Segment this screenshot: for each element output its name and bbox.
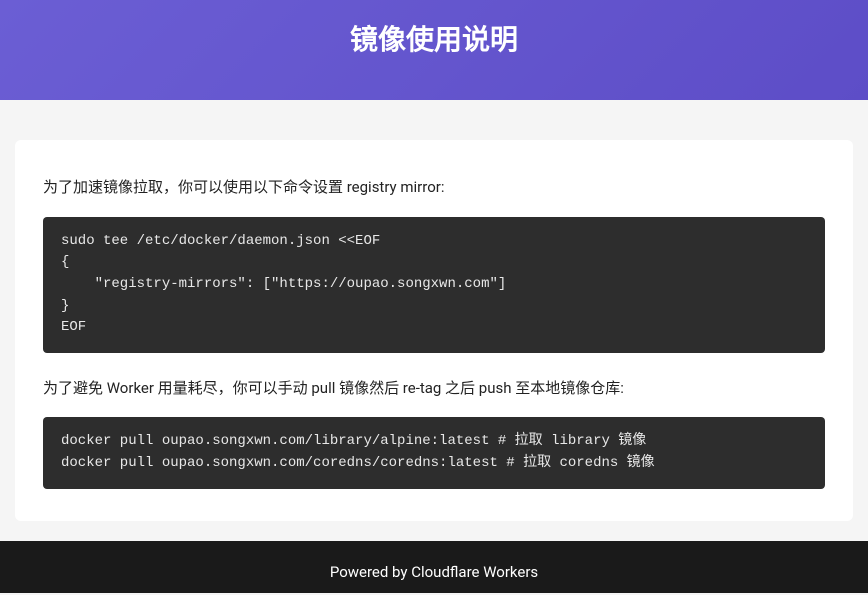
- page-footer: Powered by Cloudflare Workers: [0, 541, 868, 593]
- instruction-text-1: 为了加速镜像拉取，你可以使用以下命令设置 registry mirror:: [43, 176, 825, 199]
- code-block-2[interactable]: docker pull oupao.songxwn.com/library/al…: [43, 417, 825, 488]
- content-card: 为了加速镜像拉取，你可以使用以下命令设置 registry mirror: su…: [15, 140, 853, 521]
- instruction-text-2: 为了避免 Worker 用量耗尽，你可以手动 pull 镜像然后 re-tag …: [43, 377, 825, 400]
- page-header: 镜像使用说明: [0, 0, 868, 100]
- footer-text: Powered by Cloudflare Workers: [330, 563, 538, 581]
- page-title: 镜像使用说明: [0, 18, 868, 58]
- code-block-1[interactable]: sudo tee /etc/docker/daemon.json <<EOF {…: [43, 217, 825, 353]
